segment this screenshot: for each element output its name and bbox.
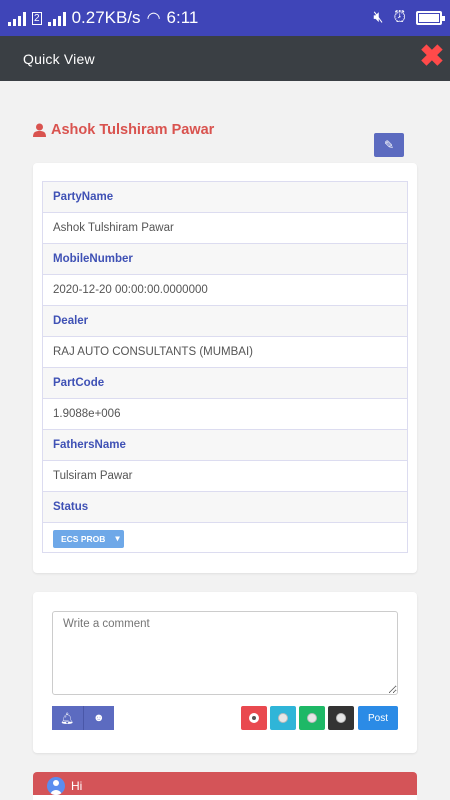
- message-body: [33, 795, 417, 800]
- value-mobile-number: 2020-12-20 00:00:00.0000000: [43, 275, 407, 306]
- value-part-code: 1.9088e+006: [43, 399, 407, 430]
- color-red-button[interactable]: [241, 706, 267, 730]
- value-fathers-name: Tulsiram Pawar: [43, 461, 407, 492]
- app-header: Quick View ✖: [0, 36, 450, 81]
- signal-icon: [47, 10, 66, 26]
- avatar: [47, 777, 65, 795]
- details-card: PartyName Ashok Tulshiram Pawar MobileNu…: [33, 163, 417, 573]
- label-dealer: Dealer: [43, 306, 407, 337]
- message-text: Hi: [71, 779, 83, 793]
- signal-icon: [8, 10, 26, 26]
- label-fathers-name: FathersName: [43, 430, 407, 461]
- user-icon: [33, 123, 46, 137]
- label-party-name: PartyName: [43, 182, 407, 213]
- details-table: PartyName Ashok Tulshiram Pawar MobileNu…: [42, 181, 408, 553]
- status-value: ECS PROB: [61, 533, 106, 544]
- label-mobile-number: MobileNumber: [43, 244, 407, 275]
- alarm-icon: ⏰︎: [393, 9, 406, 26]
- network-speed: 0.27KB/s: [71, 8, 141, 27]
- label-status: Status: [43, 492, 407, 523]
- status-row: ECS PROB ▾: [43, 523, 407, 552]
- post-button[interactable]: Post: [358, 706, 398, 730]
- close-icon[interactable]: ✖: [418, 42, 446, 72]
- comment-card: 🔔︎ ☻ Post: [33, 592, 417, 753]
- radio-icon: [249, 713, 259, 723]
- color-black-button[interactable]: [328, 706, 354, 730]
- caret-down-icon: ▾: [115, 533, 120, 543]
- color-green-button[interactable]: [299, 706, 325, 730]
- party-heading: Ashok Tulshiram Pawar: [33, 122, 214, 138]
- radio-icon: [336, 713, 346, 723]
- radio-icon: [307, 713, 317, 723]
- party-name: Ashok Tulshiram Pawar: [51, 122, 215, 138]
- status-bar: 2 0.27KB/s ◠ 6:11 🔇︎ ⏰︎: [0, 0, 450, 36]
- mute-icon: 🔇︎: [373, 9, 384, 26]
- value-dealer: RAJ AUTO CONSULTANTS (MUMBAI): [43, 337, 407, 368]
- page-title: Quick View: [23, 50, 95, 67]
- sim-label: 2: [32, 11, 42, 25]
- status-clock: 6:11: [166, 8, 199, 27]
- group-button[interactable]: ☻: [82, 706, 114, 730]
- wifi-icon: ◠: [146, 10, 161, 27]
- color-blue-button[interactable]: [270, 706, 296, 730]
- label-part-code: PartCode: [43, 368, 407, 399]
- edit-button[interactable]: ✎: [374, 133, 404, 157]
- bell-icon: 🔔︎: [52, 711, 83, 725]
- battery-icon: [416, 11, 445, 25]
- comment-input[interactable]: [52, 611, 398, 695]
- users-icon: ☻: [83, 712, 114, 724]
- notify-button[interactable]: 🔔︎: [52, 706, 83, 730]
- comment-options: 🔔︎ ☻: [52, 706, 114, 730]
- pencil-icon: ✎: [383, 138, 395, 152]
- value-party-name: Ashok Tulshiram Pawar: [43, 213, 407, 244]
- radio-icon: [278, 713, 288, 723]
- status-dropdown[interactable]: ECS PROB ▾: [53, 529, 124, 548]
